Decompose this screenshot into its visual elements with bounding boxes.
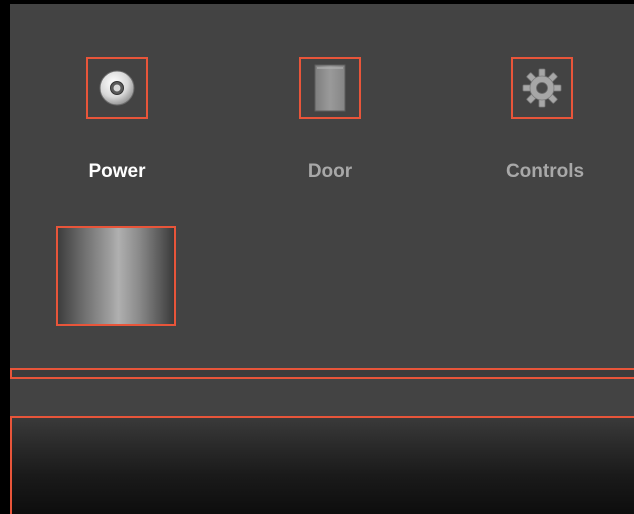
rail-strip[interactable] (10, 368, 634, 379)
machine-base[interactable] (10, 416, 634, 514)
power-label: Power (88, 161, 146, 182)
power-button[interactable] (86, 57, 148, 119)
gear-icon (522, 68, 562, 108)
door-button[interactable] (299, 57, 361, 119)
door-label: Door (307, 161, 353, 182)
controls-button[interactable] (511, 57, 573, 119)
machine-panel: Power Door Controls (10, 4, 634, 514)
controls-label: Controls (505, 161, 585, 182)
drum-cylinder[interactable] (56, 226, 176, 326)
door-icon (314, 64, 346, 112)
power-disc-icon (99, 70, 135, 106)
